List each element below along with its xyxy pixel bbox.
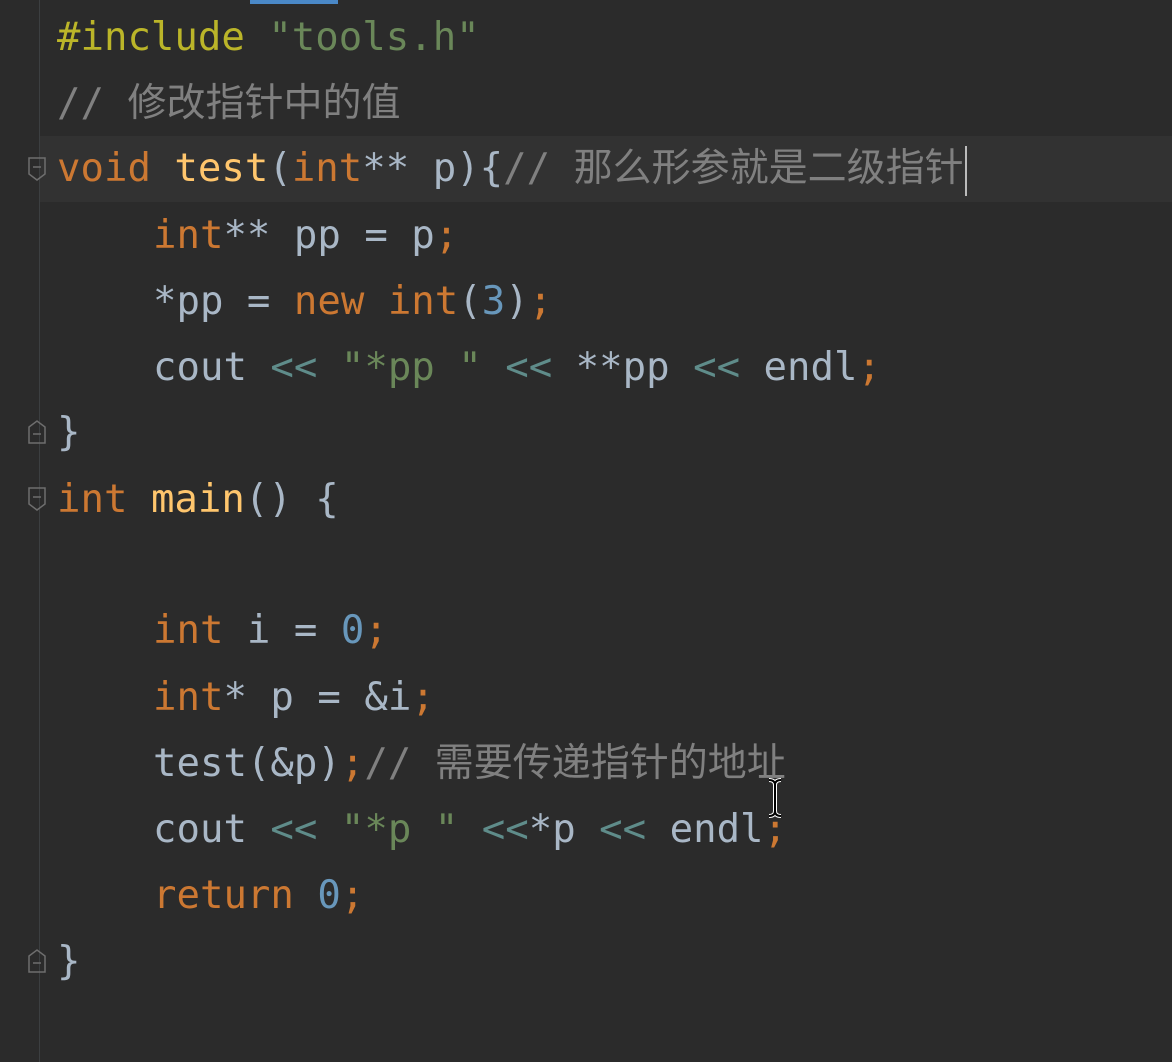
code-line-2[interactable]: // 修改指针中的值 — [57, 71, 400, 137]
stream-operator: << — [505, 345, 553, 390]
code-line-10[interactable]: int i = 0; — [57, 598, 388, 664]
include-file-string: "tools.h" — [268, 15, 480, 60]
open-paren: ( — [268, 146, 292, 191]
keyword-new: new — [293, 279, 365, 324]
code-line-12[interactable]: test(&p);// 需要传递指针的地址 — [57, 731, 786, 797]
identifier: cout — [153, 345, 271, 390]
string-literal: "*pp " — [340, 345, 482, 390]
statement: ** pp = p — [223, 213, 435, 258]
code-line-3[interactable]: void test(int** p){// 那么形参就是二级指针 — [57, 136, 967, 202]
code-line-6[interactable]: cout << "*pp " << **pp << endl; — [57, 335, 881, 401]
keyword-int: int — [291, 146, 363, 191]
number-literal: 3 — [481, 279, 506, 324]
keyword-void: void — [57, 146, 151, 191]
code-line-5[interactable]: *pp = new int(3); — [57, 269, 552, 335]
comment: // 修改指针中的值 — [57, 81, 401, 126]
close-paren: ) — [505, 279, 529, 324]
statement: *pp = — [153, 279, 294, 324]
text-caret — [964, 145, 967, 196]
function-name: test — [174, 146, 269, 191]
number-literal: 0 — [317, 873, 341, 918]
semicolon: ; — [340, 873, 365, 918]
comment: // 需要传递指针的地址 — [364, 741, 786, 786]
stream-operator: << — [481, 807, 529, 852]
close-brace: ){ — [456, 146, 504, 191]
fold-end-icon[interactable] — [27, 948, 47, 974]
keyword-return: return — [153, 873, 294, 918]
keyword-int: int — [153, 675, 224, 720]
stream-operator: << — [270, 807, 318, 852]
fold-close-icon[interactable] — [27, 156, 47, 182]
keyword-int: int — [153, 608, 224, 653]
function-name: main — [150, 477, 245, 522]
stream-operator: << — [270, 345, 318, 390]
preprocessor-directive: #include — [57, 15, 245, 60]
string-literal: "*p " — [340, 807, 459, 852]
active-tab-indicator — [250, 0, 338, 4]
statement: * p = &i — [223, 675, 412, 720]
comment: // 那么形参就是二级指针 — [503, 146, 964, 191]
keyword-int: int — [387, 279, 459, 324]
parameter: ** p — [362, 146, 457, 191]
semicolon: ; — [857, 345, 881, 390]
fold-close-icon[interactable] — [27, 486, 47, 512]
code-line-11[interactable]: int* p = &i; — [57, 665, 435, 731]
semicolon: ; — [434, 213, 459, 258]
identifier: *p — [528, 807, 600, 852]
code-line-4[interactable]: int** pp = p; — [57, 203, 458, 269]
identifier: endl — [646, 807, 764, 852]
code-line-1[interactable]: #include "tools.h" — [57, 5, 480, 71]
close-brace: } — [57, 939, 81, 984]
code-line-7[interactable]: } — [57, 400, 80, 466]
fold-end-icon[interactable] — [27, 419, 47, 445]
identifier: endl — [740, 345, 858, 390]
function-signature: () { — [244, 477, 339, 522]
stream-operator: << — [599, 807, 647, 852]
code-line-14[interactable]: return 0; — [57, 863, 364, 929]
identifier: cout — [153, 807, 271, 852]
semicolon: ; — [340, 741, 365, 786]
code-line-13[interactable]: cout << "*p " <<*p << endl; — [57, 797, 787, 863]
text-cursor-icon — [768, 778, 782, 818]
code-editor[interactable]: #include "tools.h" // 修改指针中的值 void test(… — [0, 0, 1172, 1062]
open-paren: ( — [458, 279, 482, 324]
keyword-int: int — [153, 213, 224, 258]
close-brace: } — [57, 410, 81, 455]
code-line-8[interactable]: int main() { — [57, 467, 339, 533]
function-call: test(&p) — [153, 741, 341, 786]
code-line-15[interactable]: } — [57, 929, 80, 995]
semicolon: ; — [411, 675, 435, 720]
keyword-int: int — [57, 477, 128, 522]
stream-operator: << — [693, 345, 741, 390]
semicolon: ; — [364, 608, 388, 653]
number-literal: 0 — [340, 608, 365, 653]
identifier: **pp — [552, 345, 694, 390]
semicolon: ; — [528, 279, 553, 324]
statement: i = — [223, 608, 341, 653]
